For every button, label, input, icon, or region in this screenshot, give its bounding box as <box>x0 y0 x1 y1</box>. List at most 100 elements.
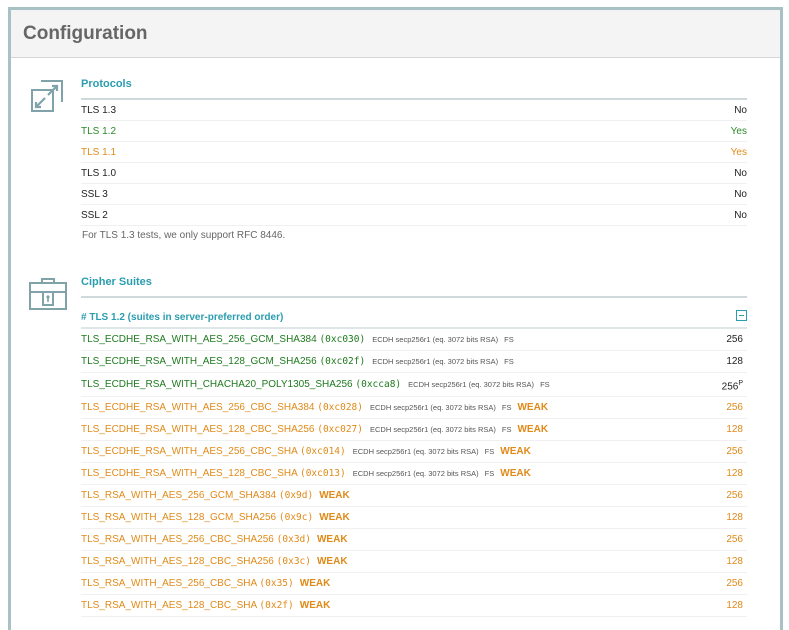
protocol-row: SSL 3 No <box>81 184 747 205</box>
bits-value: 128 <box>726 468 743 479</box>
cipher-strength-bits: 256 <box>726 446 743 457</box>
cipher-strength-bits: 256 <box>726 534 743 545</box>
cipher-suite-label: TLS_RSA_WITH_AES_128_CBC_SHA256 (0x3c) WE… <box>81 556 348 567</box>
cipher-strength-bits: 256P <box>722 380 743 392</box>
cipher-strength-bits: 128 <box>726 424 743 435</box>
forward-secrecy-badge: FS <box>540 380 550 389</box>
protocol-name: TLS 1.3 <box>81 105 117 116</box>
bits-value: 128 <box>726 556 743 567</box>
cipher-suite-code: (0xc028) <box>317 402 363 413</box>
bits-value: 128 <box>726 512 743 523</box>
bits-value: 128 <box>726 424 743 435</box>
cipher-suites-table: TLS_ECDHE_RSA_WITH_AES_256_GCM_SHA384 (0… <box>81 329 747 617</box>
cipher-strength-bits: 256 <box>726 334 743 345</box>
cipher-suite-row: TLS_ECDHE_RSA_WITH_AES_256_GCM_SHA384 (0… <box>81 329 747 351</box>
cipher-suite-label: TLS_ECDHE_RSA_WITH_AES_128_GCM_SHA256 (0… <box>81 356 514 367</box>
cipher-suite-code: (0x9d) <box>278 490 314 501</box>
cipher-suite-name: TLS_RSA_WITH_AES_128_CBC_SHA <box>81 600 257 611</box>
cipher-suites-header: Cipher Suites <box>81 268 747 298</box>
cipher-suite-row: TLS_RSA_WITH_AES_128_CBC_SHA (0x2f) WEAK 1… <box>81 595 747 617</box>
toolbox-lock-icon <box>28 277 68 316</box>
cipher-suite-code: (0xc030) <box>319 334 366 345</box>
protocol-row: TLS 1.0 No <box>81 163 747 184</box>
protocol-name: TLS 1.1 <box>81 147 117 158</box>
cipher-suite-code: (0x3d) <box>276 534 311 545</box>
tls12-group-header: # TLS 1.2 (suites in server-preferred or… <box>81 302 747 329</box>
protocol-name: SSL 3 <box>81 189 108 200</box>
cipher-strength-bits: 256 <box>726 402 743 413</box>
protocol-name: SSL 2 <box>81 210 108 221</box>
cipher-suites-title: Cipher Suites <box>81 276 152 288</box>
cipher-suite-label: TLS_ECDHE_RSA_WITH_CHACHA20_POLY1305_SHA… <box>81 379 550 390</box>
cipher-suite-name: TLS_RSA_WITH_AES_128_GCM_SHA256 <box>81 512 277 523</box>
cipher-suite-name: TLS_RSA_WITH_AES_256_GCM_SHA384 <box>81 490 277 501</box>
key-exchange-info: ECDH secp256r1 (eq. 3072 bits RSA) <box>408 380 535 389</box>
protocols-title: Protocols <box>81 78 132 90</box>
protocol-row: TLS 1.2 Yes <box>81 121 747 142</box>
cipher-suite-code: (0x3c) <box>276 556 311 567</box>
cipher-strength-bits: 128 <box>726 512 743 523</box>
cipher-suite-row: TLS_RSA_WITH_AES_256_CBC_SHA256 (0x3d) WE… <box>81 529 747 551</box>
key-exchange-info: ECDH secp256r1 (eq. 3072 bits RSA) <box>369 425 496 434</box>
cipher-suite-name: TLS_ECDHE_RSA_WITH_AES_256_GCM_SHA384 <box>81 334 317 345</box>
cipher-suite-row: TLS_RSA_WITH_AES_128_GCM_SHA256 (0x9c) WE… <box>81 507 747 529</box>
forward-secrecy-badge: FS <box>504 335 514 344</box>
cipher-suite-label: TLS_ECDHE_RSA_WITH_AES_256_CBC_SHA384 (0… <box>81 402 548 413</box>
title-bar: Configuration <box>11 10 780 58</box>
key-exchange-info: ECDH secp256r1 (eq. 3072 bits RSA) <box>372 335 499 344</box>
protocols-table: TLS 1.3 No TLS 1.2 Yes TLS 1.1 Yes TLS 1.0 No SS… <box>81 100 747 226</box>
cipher-suite-row: TLS_ECDHE_RSA_WITH_AES_128_GCM_SHA256 (0… <box>81 351 747 373</box>
cipher-suite-row: TLS_RSA_WITH_AES_128_CBC_SHA256 (0x3c) WE… <box>81 551 747 573</box>
cipher-suites-content: Cipher Suites # TLS 1.2 (suites in serve… <box>81 268 747 617</box>
bits-value: 256 <box>726 578 743 589</box>
bits-value: 128 <box>726 356 743 367</box>
cipher-suite-name: TLS_ECDHE_RSA_WITH_AES_128_CBC_SHA256 <box>81 424 315 435</box>
bits-value: 256 <box>726 402 743 413</box>
protocol-name: TLS 1.0 <box>81 168 117 179</box>
cipher-suite-row: TLS_RSA_WITH_AES_256_CBC_SHA (0x35) WEAK 2… <box>81 573 747 595</box>
forward-secrecy-badge: FS <box>484 447 495 456</box>
weak-badge: WEAK <box>500 446 531 457</box>
expand-arrows-icon <box>28 77 66 120</box>
cipher-strength-bits: 128 <box>726 556 743 567</box>
cipher-suite-code: (0xc02f) <box>319 356 366 367</box>
protocol-row: SSL 2 No <box>81 205 747 226</box>
cipher-suite-label: TLS_ECDHE_RSA_WITH_AES_256_GCM_SHA384 (0… <box>81 334 514 345</box>
page-title: Configuration <box>23 23 148 44</box>
cipher-suite-name: TLS_ECDHE_RSA_WITH_AES_256_CBC_SHA384 <box>81 402 315 413</box>
protocols-note: For TLS 1.3 tests, we only support RFC 8… <box>82 230 286 241</box>
protocol-support: Yes <box>730 147 747 158</box>
cipher-suite-code: (0x35) <box>259 578 294 589</box>
cipher-strength-bits: 256 <box>726 490 743 501</box>
bits-value: 256 <box>726 490 743 501</box>
weak-badge: WEAK <box>299 578 331 589</box>
protocol-support: No <box>734 168 747 179</box>
report-frame: Configuration Protocols TLS 1.3 No TLS 1.2… <box>8 7 783 630</box>
cipher-suite-label: TLS_ECDHE_RSA_WITH_AES_128_CBC_SHA256 (0… <box>81 424 548 435</box>
cipher-suite-row: TLS_ECDHE_RSA_WITH_AES_256_CBC_SHA (0xc0… <box>81 441 747 463</box>
cipher-strength-bits: 128 <box>726 600 743 611</box>
protocols-content: Protocols TLS 1.3 No TLS 1.2 Yes TLS 1.1 Yes T… <box>81 70 747 241</box>
cipher-suite-row: TLS_ECDHE_RSA_WITH_AES_256_CBC_SHA384 (0… <box>81 397 747 419</box>
cipher-suite-label: TLS_ECDHE_RSA_WITH_AES_256_CBC_SHA (0xc0… <box>81 446 531 457</box>
cipher-suite-label: TLS_RSA_WITH_AES_256_CBC_SHA256 (0x3d) WE… <box>81 534 348 545</box>
weak-badge: WEAK <box>299 600 331 611</box>
protocol-support: Yes <box>730 126 747 137</box>
weak-badge: WEAK <box>500 468 531 479</box>
collapse-icon[interactable] <box>736 310 747 321</box>
cipher-suite-code: (0x9c) <box>278 512 314 523</box>
cipher-suite-name: TLS_ECDHE_RSA_WITH_AES_256_CBC_SHA <box>81 446 298 457</box>
weak-badge: WEAK <box>517 402 549 413</box>
cipher-suite-label: TLS_ECDHE_RSA_WITH_AES_128_CBC_SHA (0xc0… <box>81 468 531 479</box>
cipher-suite-name: TLS_ECDHE_RSA_WITH_CHACHA20_POLY1305_SHA… <box>81 379 353 390</box>
forward-secrecy-badge: FS <box>501 403 512 412</box>
cipher-suite-label: TLS_RSA_WITH_AES_128_CBC_SHA (0x2f) WEAK <box>81 600 330 611</box>
protocol-row: TLS 1.1 Yes <box>81 142 747 163</box>
cipher-suite-code: (0x2f) <box>259 600 294 611</box>
cipher-suite-label: TLS_RSA_WITH_AES_128_GCM_SHA256 (0x9c) WE… <box>81 512 350 523</box>
cipher-strength-bits: 128 <box>726 468 743 479</box>
cipher-suite-code: (0xcca8) <box>355 379 402 390</box>
cipher-suite-row: TLS_ECDHE_RSA_WITH_AES_128_CBC_SHA (0xc0… <box>81 463 747 485</box>
protocol-support: No <box>734 105 747 116</box>
cipher-suite-code: (0xc013) <box>299 468 346 479</box>
